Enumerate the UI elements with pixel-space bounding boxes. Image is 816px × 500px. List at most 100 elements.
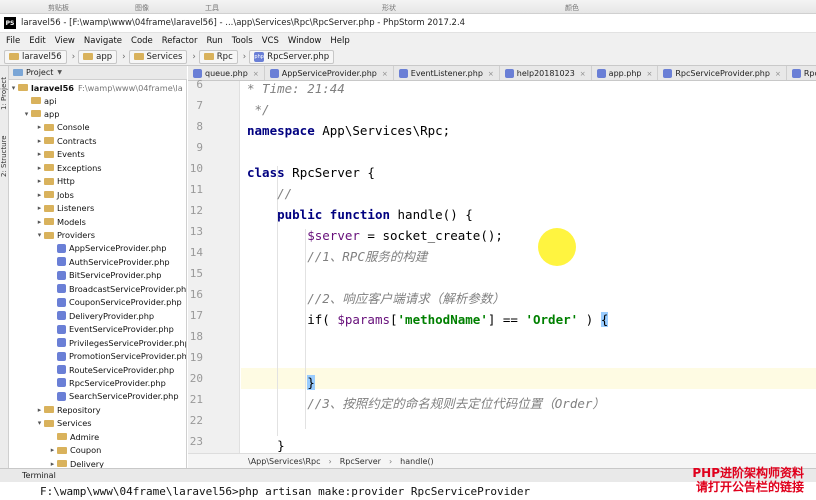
tree-folder[interactable]: ▸ Events (35, 148, 85, 161)
tree-folder[interactable]: ▾ app (22, 107, 60, 120)
php-file-icon (596, 69, 606, 78)
close-icon[interactable]: × (253, 70, 259, 78)
tree-file[interactable]: AppServiceProvider.php (48, 242, 166, 255)
editor-tab[interactable]: help20181023 × (500, 66, 592, 80)
tree-file[interactable]: CouponServiceProvider.php (48, 296, 182, 309)
chevron-right-icon[interactable]: ▸ (48, 446, 57, 454)
tree-folder[interactable]: ▸ Jobs (35, 188, 74, 201)
left-tool-window-bar: 1: Project 2: Structure (0, 66, 9, 468)
close-icon[interactable]: × (580, 70, 586, 78)
chevron-right-icon[interactable]: ▸ (35, 191, 44, 199)
tree-folder[interactable]: ▸ Repository (35, 403, 101, 416)
tree-folder[interactable]: ▸ Exceptions (35, 161, 102, 174)
editor-tab[interactable]: EventListener.php × (394, 66, 500, 80)
tree-file[interactable]: PromotionServiceProvider.php (48, 350, 186, 363)
close-icon[interactable]: × (775, 70, 781, 78)
menu-refactor[interactable]: Refactor (162, 36, 198, 46)
tree-file[interactable]: BroadcastServiceProvider.php (48, 282, 186, 295)
code-token: */ (247, 102, 270, 117)
folder-icon (44, 218, 54, 226)
chevron-right-icon[interactable]: ▸ (48, 460, 57, 468)
nav-crumb-rpc[interactable]: Rpc (198, 49, 238, 64)
breadcrumb-method[interactable]: handle() (400, 457, 434, 466)
chevron-down-icon[interactable]: ▾ (35, 231, 44, 239)
chevron-right-icon[interactable]: ▸ (35, 177, 44, 185)
tab-label: Rpc.php (803, 69, 816, 78)
tree-folder[interactable]: ▸ Delivery (48, 457, 104, 468)
tree-item-label: AppServiceProvider.php (69, 243, 167, 254)
chevron-right-icon[interactable]: ▸ (35, 204, 44, 212)
code-line: public function handle() { (247, 204, 473, 225)
tree-folder[interactable]: api (22, 94, 57, 107)
tree-folder[interactable]: ▸ Models (35, 215, 86, 228)
tab-label: help20181023 (516, 69, 575, 78)
close-icon[interactable]: × (647, 70, 653, 78)
tree-file[interactable]: EventServiceProvider.php (48, 323, 174, 336)
tree-folder[interactable]: ▸ Http (35, 175, 75, 188)
tree-folder[interactable]: ▾ Services (35, 417, 92, 430)
tree-folder[interactable]: ▸ Console (35, 121, 90, 134)
menu-view[interactable]: View (55, 36, 75, 46)
chevron-down-icon[interactable]: ▾ (22, 110, 31, 118)
tree-file[interactable]: AuthServiceProvider.php (48, 255, 170, 268)
tree-file[interactable]: BitServiceProvider.php (48, 269, 162, 282)
chevron-right-icon[interactable]: ▸ (35, 218, 44, 226)
code-token: ) (578, 312, 601, 327)
chevron-right-icon[interactable]: ▸ (35, 123, 44, 131)
terminal-title[interactable]: Terminal (22, 471, 56, 480)
menu-vcs[interactable]: VCS (262, 36, 279, 46)
chevron-right-icon[interactable]: ▸ (35, 137, 44, 145)
breadcrumb-namespace[interactable]: \App\Services\Rpc (248, 457, 320, 466)
project-tool-tab[interactable]: 1: Project (0, 70, 9, 118)
tree-file[interactable]: RouteServiceProvider.php (48, 363, 174, 376)
window-titlebar[interactable]: PS laravel56 - [F:\wamp\www\04frame\lara… (0, 14, 816, 33)
structure-tool-tab[interactable]: 2: Structure (0, 128, 9, 184)
line-number: 22 (189, 414, 203, 427)
menu-file[interactable]: File (6, 36, 20, 46)
nav-crumb-app[interactable]: app (78, 49, 118, 64)
project-view-selector[interactable]: Project (26, 68, 53, 77)
chevron-down-icon[interactable]: ▼ (57, 69, 62, 76)
chevron-down-icon[interactable]: ▾ (35, 419, 44, 427)
tree-file[interactable]: DeliveryProvider.php (48, 309, 154, 322)
code-line: $server = socket_create(); (247, 225, 503, 246)
editor-tab[interactable]: AppServiceProvider.php × (265, 66, 394, 80)
nav-crumb-project[interactable]: laravel56 (4, 49, 67, 64)
close-icon[interactable]: × (382, 70, 388, 78)
menu-help[interactable]: Help (330, 36, 349, 46)
editor-tab[interactable]: RpcServiceProvider.php × (658, 66, 787, 80)
tree-file[interactable]: RpcServiceProvider.php (48, 376, 166, 389)
php-file-icon (193, 69, 202, 78)
folder-icon (44, 406, 54, 414)
chevron-right-icon[interactable]: ▸ (35, 164, 44, 172)
nav-crumb-services[interactable]: Services (128, 49, 188, 64)
editor-tab[interactable]: app.php × (592, 66, 659, 80)
tree-folder[interactable]: ▸ Contracts (35, 134, 97, 147)
menu-tools[interactable]: Tools (232, 36, 253, 46)
menu-navigate[interactable]: Navigate (84, 36, 122, 46)
menu-code[interactable]: Code (131, 36, 153, 46)
editor-tab[interactable]: Rpc.php× (787, 66, 816, 80)
tree-folder[interactable]: ▸ Coupon (48, 444, 102, 457)
chevron-right-icon[interactable]: ▸ (35, 150, 44, 158)
tree-item-label: PrivilegesServiceProvider.php (69, 337, 187, 348)
chevron-down-icon[interactable]: ▾ (9, 84, 18, 92)
menu-run[interactable]: Run (206, 36, 222, 46)
nav-crumb-file[interactable]: php RpcServer.php (249, 49, 335, 64)
code-token: = socket_create(); (359, 228, 503, 243)
tree-folder[interactable]: ▸ Listeners (35, 202, 94, 215)
tree-folder[interactable]: Admire (48, 430, 99, 443)
code-editor[interactable]: * Time: 21:44 */ namespace App\Services\R… (241, 81, 816, 453)
close-icon[interactable]: × (488, 70, 494, 78)
breadcrumb-class[interactable]: RpcServer (340, 457, 381, 466)
tree-file[interactable]: SearchServiceProvider.php (48, 390, 179, 403)
menu-window[interactable]: Window (288, 36, 322, 46)
tree-folder[interactable]: ▾ Providers (35, 229, 95, 242)
tree-file[interactable]: PrivilegesServiceProvider.php (48, 336, 187, 349)
chevron-right-icon[interactable]: ▸ (35, 406, 44, 414)
menu-edit[interactable]: Edit (29, 36, 45, 46)
php-file-icon (57, 257, 66, 267)
tree-root[interactable]: ▾ laravel56 F:\wamp\www\04frame\la (9, 81, 183, 94)
php-file-icon (57, 324, 66, 334)
